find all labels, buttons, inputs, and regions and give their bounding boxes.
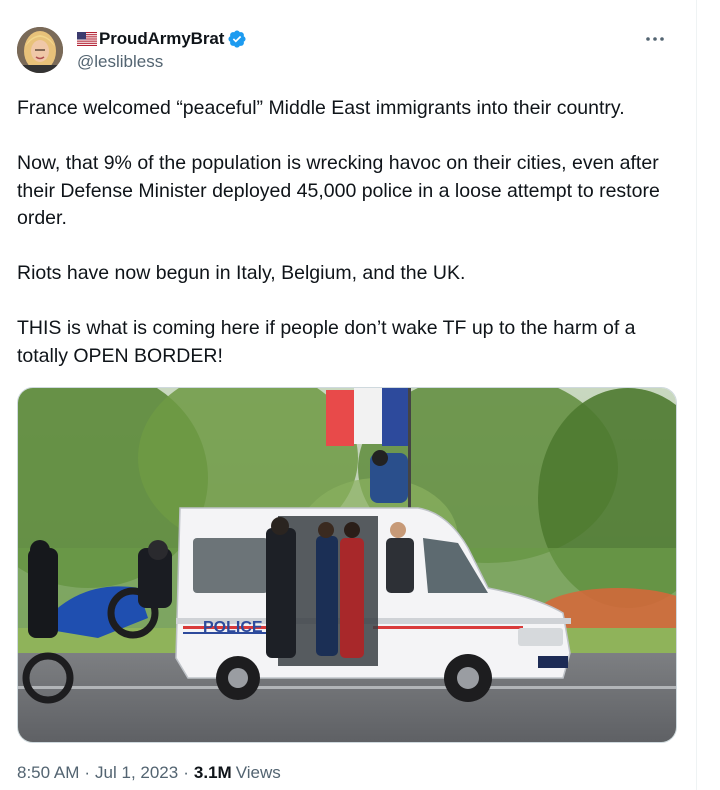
meta-separator: · <box>183 763 189 782</box>
views-label: Views <box>235 763 281 782</box>
tweet-paragraph: THIS is what is coming here if people do… <box>17 317 636 367</box>
tweet-meta: 8:50 AM · Jul 1, 2023 · 3.1M Views <box>17 763 281 783</box>
display-name[interactable]: ProudArmyBrat <box>99 29 224 49</box>
name-row: ProudArmyBrat <box>77 28 247 50</box>
views-count: 3.1M <box>193 763 232 782</box>
riot-photo: POLICE <box>18 388 676 742</box>
tweet-card: ProudArmyBrat @leslibless France welcome… <box>0 0 697 790</box>
us-flag-icon <box>77 32 97 46</box>
avatar[interactable] <box>17 27 63 73</box>
user-handle[interactable]: @leslibless <box>77 52 163 72</box>
tweet-paragraph: France welcomed “peaceful” Middle East i… <box>17 97 625 119</box>
tweet-paragraph: Riots have now begun in Italy, Belgium, … <box>17 262 466 284</box>
tweet-header: ProudArmyBrat @leslibless <box>17 27 672 77</box>
verified-badge-icon[interactable] <box>227 29 247 49</box>
tweet-paragraph: Now, that 9% of the population is wrecki… <box>17 152 660 229</box>
tweet-date-link[interactable]: Jul 1, 2023 <box>95 763 178 783</box>
tweet-time-link[interactable]: 8:50 AM <box>17 763 79 783</box>
meta-separator: · <box>84 763 91 782</box>
more-icon[interactable] <box>638 27 672 51</box>
tweet-media-photo[interactable]: POLICE <box>17 387 677 743</box>
van-label: POLICE <box>203 619 263 636</box>
tweet-text: France welcomed “peaceful” Middle East i… <box>17 95 687 370</box>
